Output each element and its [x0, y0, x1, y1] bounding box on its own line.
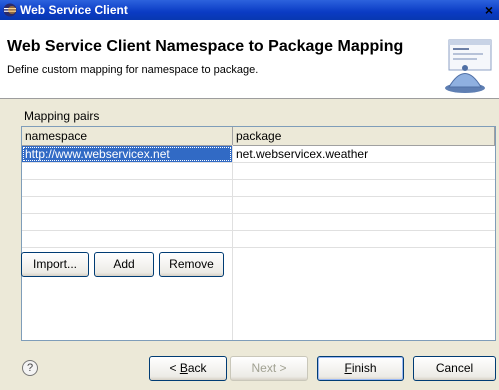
title-bar[interactable]: Web Service Client × [0, 0, 499, 20]
remove-button[interactable]: Remove [159, 252, 224, 277]
table-row[interactable] [22, 214, 495, 231]
package-cell[interactable]: net.webservicex.weather [232, 146, 495, 162]
package-cell[interactable] [232, 214, 495, 230]
package-cell[interactable] [232, 197, 495, 213]
namespace-cell[interactable]: http://www.webservicex.net [22, 146, 232, 162]
back-rest: ack [187, 361, 207, 375]
namespace-cell[interactable] [22, 180, 232, 196]
page-description: Define custom mapping for namespace to p… [7, 64, 259, 76]
package-cell[interactable] [232, 180, 495, 196]
finish-rest: inish [351, 361, 377, 375]
table-row[interactable]: http://www.webservicex.net net.webservic… [22, 146, 495, 163]
wizard-header: Web Service Client Namespace to Package … [0, 20, 499, 99]
namespace-cell[interactable] [22, 231, 232, 247]
column-header-namespace[interactable]: namespace [22, 127, 233, 145]
close-icon[interactable]: × [481, 2, 497, 18]
table-row[interactable] [22, 163, 495, 180]
wizard-body: Mapping pairs namespace package http://w… [0, 99, 499, 390]
window-title: Web Service Client [20, 3, 128, 17]
cancel-button[interactable]: Cancel [413, 356, 496, 381]
finish-mnemonic: F [344, 361, 352, 375]
namespace-cell[interactable] [22, 214, 232, 230]
back-button[interactable]: < Back [149, 356, 227, 381]
next-button[interactable]: Next > [230, 356, 308, 381]
back-mnemonic: B [179, 361, 188, 375]
import-button[interactable]: Import... [21, 252, 89, 277]
namespace-cell[interactable] [22, 163, 232, 179]
table-header: namespace package [22, 127, 495, 146]
eclipse-icon [3, 3, 17, 17]
finish-button[interactable]: Finish [317, 356, 404, 381]
add-button[interactable]: Add [94, 252, 154, 277]
table-row[interactable] [22, 180, 495, 197]
back-prefix: < [169, 361, 180, 375]
mapping-table[interactable]: namespace package http://www.webservicex… [21, 126, 496, 341]
mapping-pairs-label: Mapping pairs [24, 109, 100, 123]
help-icon[interactable]: ? [22, 360, 38, 376]
page-title: Web Service Client Namespace to Package … [7, 38, 404, 55]
table-row[interactable] [22, 197, 495, 214]
web-service-wizard-icon [445, 39, 492, 93]
column-header-package[interactable]: package [233, 127, 495, 145]
package-cell[interactable] [232, 231, 495, 247]
table-row[interactable] [22, 231, 495, 248]
package-cell[interactable] [232, 163, 495, 179]
namespace-cell[interactable] [22, 197, 232, 213]
